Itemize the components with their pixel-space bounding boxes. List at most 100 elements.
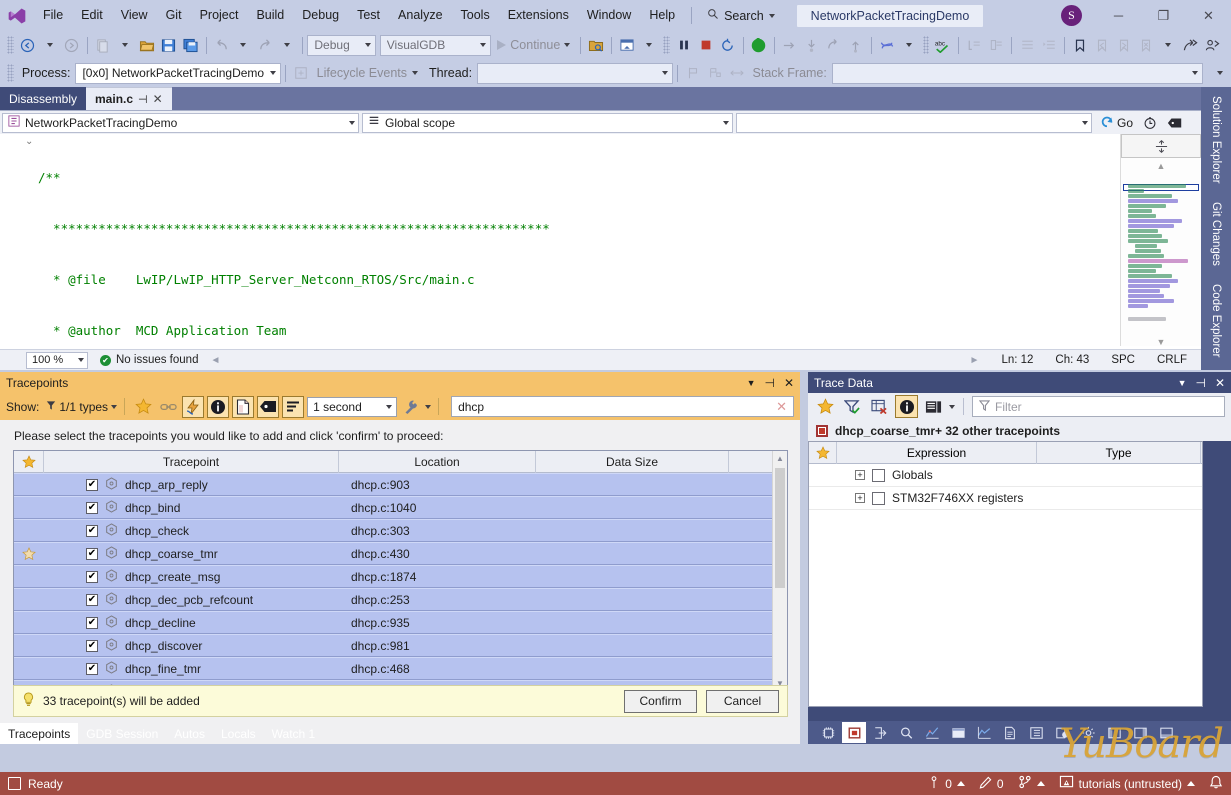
row-star[interactable] bbox=[809, 487, 837, 510]
navigate-forward-icon[interactable] bbox=[61, 34, 83, 56]
record-icon[interactable] bbox=[816, 424, 828, 437]
config-combo[interactable]: Debug bbox=[307, 34, 376, 56]
restart-icon[interactable] bbox=[717, 34, 739, 56]
row-star[interactable] bbox=[14, 588, 44, 611]
undo-dropdown[interactable] bbox=[232, 34, 254, 56]
bookmark-prev-icon[interactable] bbox=[1091, 34, 1113, 56]
scope-combo[interactable]: Global scope bbox=[362, 112, 733, 133]
tab-autos[interactable]: Autos bbox=[166, 723, 213, 744]
chevron-down-icon[interactable] bbox=[949, 404, 955, 409]
minimize-button[interactable]: ─ bbox=[1096, 0, 1141, 31]
live-share-icon[interactable] bbox=[1201, 34, 1223, 56]
clock-icon[interactable] bbox=[1138, 112, 1162, 133]
confirm-button[interactable]: Confirm bbox=[624, 689, 697, 713]
table-row[interactable]: ✔ dhcp_check dhcp.c:303 bbox=[14, 519, 787, 542]
navigate-back-icon[interactable] bbox=[17, 34, 39, 56]
split-view-handle[interactable] bbox=[1121, 134, 1201, 158]
comment-icon[interactable] bbox=[963, 34, 985, 56]
info-icon[interactable] bbox=[895, 395, 918, 418]
search-input[interactable]: dhcp ✕ bbox=[451, 396, 794, 417]
row-checkbox[interactable]: ✔ bbox=[86, 593, 98, 606]
menu-extensions[interactable]: Extensions bbox=[499, 0, 578, 31]
tab-locals[interactable]: Locals bbox=[213, 723, 264, 744]
window-icon[interactable] bbox=[946, 722, 970, 743]
menu-debug[interactable]: Debug bbox=[293, 0, 348, 31]
close-icon[interactable]: ✕ bbox=[153, 92, 163, 106]
restore-button[interactable]: ❐ bbox=[1141, 0, 1186, 31]
scrollbar-thumb[interactable] bbox=[775, 468, 785, 588]
fold-toggle-icon[interactable]: ⌄ bbox=[25, 136, 33, 147]
wrench-icon[interactable] bbox=[400, 396, 422, 418]
settings-icon[interactable] bbox=[1076, 722, 1100, 743]
status-notifications[interactable] bbox=[1209, 775, 1223, 793]
editor-gutter[interactable] bbox=[0, 134, 22, 346]
step-up-icon[interactable] bbox=[845, 34, 867, 56]
column-location[interactable]: Location bbox=[339, 451, 536, 473]
chevron-down-icon[interactable] bbox=[425, 404, 432, 409]
panel-bottom-icon[interactable] bbox=[1154, 722, 1178, 743]
row-checkbox[interactable]: ✔ bbox=[86, 662, 98, 675]
bookmark-next-icon[interactable] bbox=[1113, 34, 1135, 56]
star-icon[interactable] bbox=[814, 395, 837, 418]
step-out-icon[interactable] bbox=[823, 34, 845, 56]
thread-combo[interactable] bbox=[477, 62, 673, 84]
table-row[interactable]: ✔ dhcp_fine_tmr dhcp.c:468 bbox=[14, 657, 787, 680]
status-edits[interactable]: 0 bbox=[979, 776, 1004, 792]
row-checkbox[interactable]: ✔ bbox=[86, 616, 98, 629]
menu-help[interactable]: Help bbox=[640, 0, 684, 31]
types-filter[interactable]: 1/1 types bbox=[46, 400, 108, 414]
step-over-icon[interactable] bbox=[779, 34, 801, 56]
layers-icon[interactable] bbox=[1050, 722, 1074, 743]
bookmark-overflow-dropdown[interactable] bbox=[1157, 34, 1179, 56]
dock-git-changes[interactable]: Git Changes bbox=[1208, 193, 1222, 275]
stack-frame-combo[interactable] bbox=[831, 62, 1203, 84]
chevron-down-icon[interactable] bbox=[412, 71, 418, 75]
refresh-green-icon[interactable] bbox=[748, 34, 770, 56]
code-editor[interactable]: ⌄ /** **********************************… bbox=[0, 134, 1201, 346]
dock-solution-explorer[interactable]: Solution Explorer bbox=[1208, 87, 1222, 193]
chevron-up-icon[interactable] bbox=[956, 781, 965, 786]
go-button[interactable]: Go bbox=[1095, 112, 1138, 133]
filter-input[interactable]: Filter bbox=[972, 396, 1225, 417]
pin-icon[interactable]: ⊣ bbox=[764, 376, 774, 390]
column-tracepoint[interactable]: Tracepoint bbox=[44, 451, 339, 473]
row-checkbox[interactable]: ✔ bbox=[86, 501, 98, 514]
chart-icon[interactable] bbox=[920, 722, 944, 743]
cancel-button[interactable]: Cancel bbox=[706, 689, 779, 713]
continue-button[interactable]: Continue bbox=[491, 34, 576, 56]
column-star[interactable] bbox=[809, 442, 837, 464]
process-combo[interactable]: [0x0] NetworkPacketTracingDemo bbox=[75, 62, 281, 84]
toolbar-overflow-button[interactable] bbox=[1209, 62, 1231, 84]
record-icon[interactable] bbox=[842, 722, 866, 743]
menu-window[interactable]: Window bbox=[578, 0, 640, 31]
redo-dropdown[interactable] bbox=[276, 34, 298, 56]
pin-icon[interactable]: ⊣ bbox=[138, 93, 148, 106]
hot-reload-dropdown[interactable] bbox=[898, 34, 920, 56]
lifecycle-icon[interactable] bbox=[290, 62, 312, 84]
minimap-scroll-down-icon[interactable]: ▼ bbox=[1121, 334, 1201, 346]
star-icon[interactable] bbox=[132, 396, 154, 418]
open-file-icon[interactable] bbox=[136, 34, 158, 56]
column-data-size[interactable]: Data Size bbox=[536, 451, 729, 473]
code-text[interactable]: /** ************************************… bbox=[38, 134, 1201, 346]
status-repository[interactable]: tutorials (untrusted) bbox=[1059, 775, 1195, 792]
table-row[interactable]: ✔ dhcp_bind dhcp.c:1040 bbox=[14, 496, 787, 519]
plus-box-icon[interactable]: + bbox=[855, 470, 865, 480]
interval-combo[interactable]: 1 second bbox=[307, 396, 398, 417]
chevron-down-icon[interactable]: ▼ bbox=[747, 378, 756, 388]
tab-disassembly[interactable]: Disassembly bbox=[0, 87, 87, 110]
tab-main-c[interactable]: main.c ⊣ ✕ bbox=[86, 87, 172, 110]
row-star[interactable] bbox=[14, 657, 44, 680]
zoom-combo[interactable]: 100 % bbox=[26, 351, 88, 369]
flag-icon[interactable] bbox=[682, 62, 704, 84]
menu-git[interactable]: Git bbox=[157, 0, 191, 31]
toolbar-grip[interactable] bbox=[7, 36, 14, 54]
search-icon[interactable] bbox=[894, 722, 918, 743]
menu-view[interactable]: View bbox=[112, 0, 157, 31]
list-icon[interactable] bbox=[282, 395, 305, 418]
table-row[interactable]: ✔ dhcp_dec_pcb_refcount dhcp.c:253 bbox=[14, 588, 787, 611]
document-icon[interactable] bbox=[998, 722, 1022, 743]
info-icon[interactable] bbox=[207, 395, 230, 418]
search-button[interactable]: Search bbox=[699, 5, 783, 27]
clear-table-icon[interactable] bbox=[868, 395, 891, 418]
